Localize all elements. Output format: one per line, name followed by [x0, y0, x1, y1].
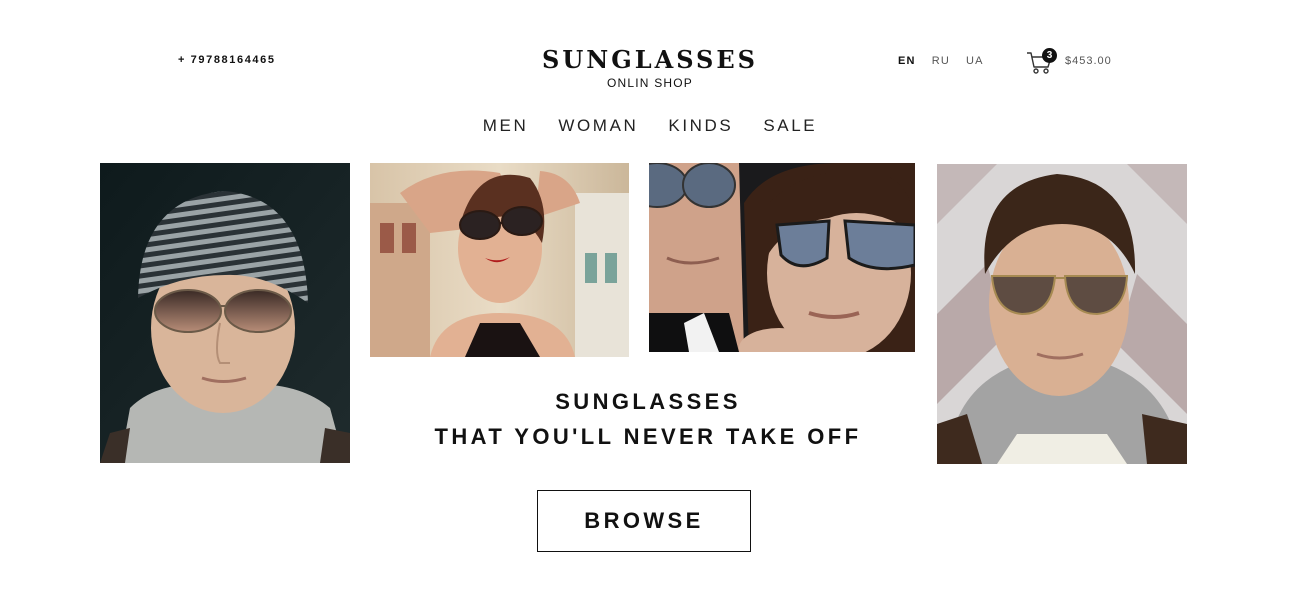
lang-ua[interactable]: UA: [966, 55, 984, 67]
nav-kinds[interactable]: KINDS: [668, 116, 733, 136]
photo-man-beanie: [100, 163, 350, 463]
nav-woman[interactable]: WOMAN: [558, 116, 638, 136]
hero-tagline: SUNGLASSES THAT YOU'LL NEVER TAKE OFF: [370, 384, 926, 454]
lang-en[interactable]: EN: [898, 55, 916, 67]
photo-woman-sunglasses: [370, 163, 629, 357]
tagline-line-1: SUNGLASSES: [555, 389, 741, 414]
language-switcher: EN RU UA: [898, 55, 984, 67]
photo-man-aviators: [937, 164, 1187, 464]
browse-button[interactable]: BROWSE: [537, 490, 751, 552]
logo-title: SUNGLASSES: [542, 45, 758, 74]
nav-men[interactable]: MEN: [483, 116, 529, 136]
cart-count-badge: 3: [1042, 48, 1057, 63]
cart-total[interactable]: $453.00: [1065, 55, 1112, 67]
site-logo[interactable]: SUNGLASSES ONLIN SHOP: [540, 45, 760, 91]
photo-couple-sunglasses: [649, 163, 915, 352]
cart-button[interactable]: 3: [1026, 48, 1057, 76]
main-nav: MEN WOMAN KINDS SALE: [0, 116, 1300, 136]
phone-number[interactable]: + 79788164465: [178, 54, 276, 66]
tagline-line-2: THAT YOU'LL NEVER TAKE OFF: [434, 424, 862, 449]
logo-subtitle: ONLIN SHOP: [606, 76, 693, 90]
nav-sale[interactable]: SALE: [763, 116, 817, 136]
lang-ru[interactable]: RU: [932, 55, 950, 67]
